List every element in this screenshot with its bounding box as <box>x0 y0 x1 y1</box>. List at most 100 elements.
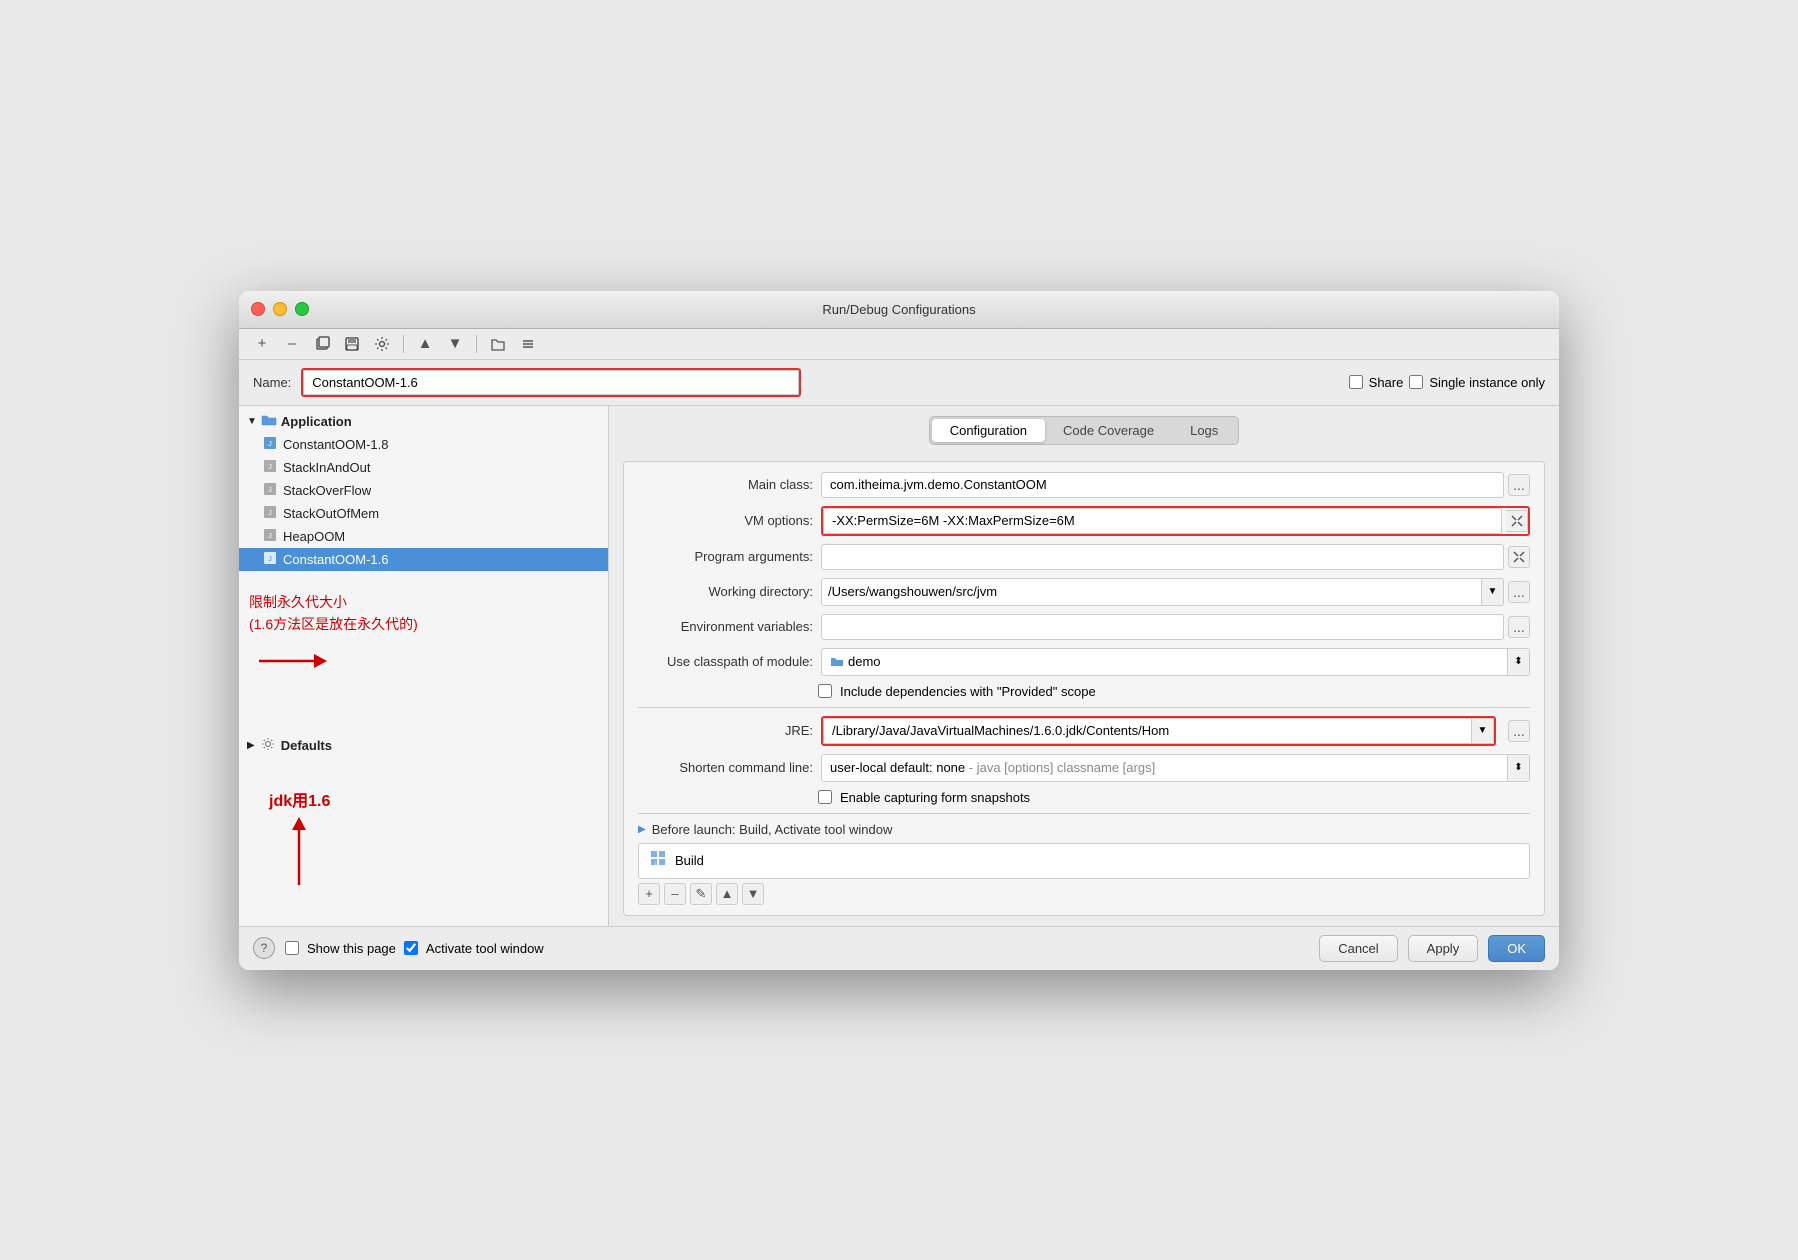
file-icon-1: J <box>263 436 277 453</box>
vm-options-expand-button[interactable] <box>1506 510 1528 532</box>
svg-text:J: J <box>268 556 272 563</box>
body-row: ▼ Application J <box>239 406 1559 926</box>
close-button[interactable] <box>251 302 265 316</box>
vm-options-row: VM options: <box>638 506 1530 536</box>
window: Run/Debug Configurations + – <box>239 291 1559 970</box>
sidebar-item-label-3: StackOverFlow <box>283 483 371 498</box>
working-dir-dropdown-button[interactable]: ▼ <box>1481 579 1503 605</box>
show-page-label: Show this page <box>307 941 396 956</box>
show-page-checkbox[interactable] <box>285 941 299 955</box>
sidebar-item-stackinandout[interactable]: J StackInAndOut <box>239 456 608 479</box>
before-launch-section: ▶ Before launch: Build, Activate tool wi… <box>638 822 1530 905</box>
sidebar-item-defaults[interactable]: ▶ Defaults <box>239 734 608 757</box>
toolbar-separator-2 <box>476 335 477 353</box>
sidebar-item-stackoverflow[interactable]: J StackOverFlow <box>239 479 608 502</box>
sidebar-item-constantoom18[interactable]: J ConstantOOM-1.8 <box>239 433 608 456</box>
capture-checkbox[interactable] <box>818 790 832 804</box>
program-args-input[interactable] <box>821 544 1504 570</box>
cancel-button[interactable]: Cancel <box>1319 935 1397 962</box>
main-class-expand-button[interactable]: ... <box>1508 474 1530 496</box>
main-class-input[interactable] <box>821 472 1504 498</box>
shorten-dropdown-button[interactable]: ⬍ <box>1507 755 1529 781</box>
before-launch-label: Before launch: Build, Activate tool wind… <box>652 822 893 837</box>
include-deps-row: Include dependencies with "Provided" sco… <box>818 684 1530 699</box>
annotation-text-3: jdk用1.6 <box>269 787 598 811</box>
maximize-button[interactable] <box>295 302 309 316</box>
apply-button[interactable]: Apply <box>1408 935 1479 962</box>
folder-button[interactable] <box>485 333 511 355</box>
minimize-button[interactable] <box>273 302 287 316</box>
jre-input[interactable] <box>823 718 1472 744</box>
name-input[interactable] <box>303 370 799 395</box>
shorten-wrapper: user-local default: none - java [options… <box>821 754 1530 782</box>
add-config-button[interactable]: + <box>249 333 275 355</box>
sidebar-item-stackoutofmem[interactable]: J StackOutOfMem <box>239 502 608 525</box>
sidebar-item-label-5: HeapOOM <box>283 529 345 544</box>
help-button[interactable]: ? <box>253 937 275 959</box>
capture-label: Enable capturing form snapshots <box>840 790 1030 805</box>
build-list: ↓ Build <box>638 843 1530 879</box>
vm-options-input[interactable] <box>823 508 1502 534</box>
jre-wrapper: ▼ <box>821 716 1496 746</box>
config-panel: Main class: ... VM options: <box>623 461 1545 916</box>
move-up-button[interactable]: ▲ <box>412 333 438 355</box>
chevron-right-icon: ▶ <box>247 740 255 751</box>
before-launch-header: ▶ Before launch: Build, Activate tool wi… <box>638 822 1530 837</box>
show-page-row: Show this page Activate tool window <box>285 941 544 956</box>
file-icon-5: J <box>263 528 277 545</box>
main-layout: + – ▲ <box>239 329 1559 970</box>
single-instance-checkbox[interactable] <box>1409 375 1423 389</box>
classpath-dropdown-button[interactable]: ⬍ <box>1507 649 1529 675</box>
share-checkbox[interactable] <box>1349 375 1363 389</box>
sort-button[interactable] <box>515 333 541 355</box>
application-chevron-icon: ▼ <box>247 416 257 427</box>
working-dir-browse-button[interactable]: ... <box>1508 581 1530 603</box>
jre-browse-button[interactable]: ... <box>1508 720 1530 742</box>
sidebar-item-heapoom[interactable]: J HeapOOM <box>239 525 608 548</box>
sidebar-item-label-1: ConstantOOM-1.8 <box>283 437 389 452</box>
save-config-button[interactable] <box>339 333 365 355</box>
env-vars-input[interactable] <box>821 614 1504 640</box>
vm-options-wrapper <box>821 506 1530 536</box>
build-add-button[interactable]: + <box>638 883 660 905</box>
annotation-text-1: 限制永久代大小 (1.6方法区是放在永久代的) <box>249 591 598 636</box>
tab-logs[interactable]: Logs <box>1172 419 1236 442</box>
svg-text:J: J <box>268 510 272 517</box>
jre-dropdown-button[interactable]: ▼ <box>1472 718 1494 744</box>
build-edit-button[interactable]: ✎ <box>690 883 712 905</box>
ok-button[interactable]: OK <box>1488 935 1545 962</box>
activate-tool-checkbox[interactable] <box>404 941 418 955</box>
tab-configuration[interactable]: Configuration <box>932 419 1045 442</box>
main-class-label: Main class: <box>638 477 813 492</box>
build-up-button[interactable]: ▲ <box>716 883 738 905</box>
working-dir-input[interactable] <box>822 579 1481 605</box>
annotation-arrow-1 <box>249 641 329 681</box>
file-icon-2: J <box>263 459 277 476</box>
move-down-button[interactable]: ▼ <box>442 333 468 355</box>
env-vars-wrapper: ... <box>821 614 1530 640</box>
main-class-row: Main class: ... <box>638 472 1530 498</box>
classpath-value: demo <box>822 654 889 669</box>
sidebar-item-label-6: ConstantOOM-1.6 <box>283 552 389 567</box>
shorten-value: user-local default: none - java [options… <box>822 760 1507 775</box>
annotation-arrow-2 <box>269 815 329 895</box>
env-vars-expand-button[interactable]: ... <box>1508 616 1530 638</box>
svg-text:J: J <box>268 464 272 471</box>
include-deps-checkbox[interactable] <box>818 684 832 698</box>
remove-config-button[interactable]: – <box>279 333 305 355</box>
toolbar-separator <box>403 335 404 353</box>
settings-button[interactable] <box>369 333 395 355</box>
tab-code-coverage[interactable]: Code Coverage <box>1045 419 1172 442</box>
build-toolbar: + – ✎ ▲ ▼ <box>638 883 1530 905</box>
sidebar-group-application[interactable]: ▼ Application <box>239 410 608 433</box>
activate-tool-label: Activate tool window <box>426 941 544 956</box>
build-down-button[interactable]: ▼ <box>742 883 764 905</box>
tab-group: Configuration Code Coverage Logs <box>929 416 1240 445</box>
program-args-expand-button[interactable] <box>1508 546 1530 568</box>
jre-label: JRE: <box>638 723 813 738</box>
titlebar: Run/Debug Configurations <box>239 291 1559 329</box>
sidebar-item-constantoom16[interactable]: J ConstantOOM-1.6 <box>239 548 608 571</box>
application-folder-icon <box>261 413 277 430</box>
build-remove-button[interactable]: – <box>664 883 686 905</box>
copy-config-button[interactable] <box>309 333 335 355</box>
